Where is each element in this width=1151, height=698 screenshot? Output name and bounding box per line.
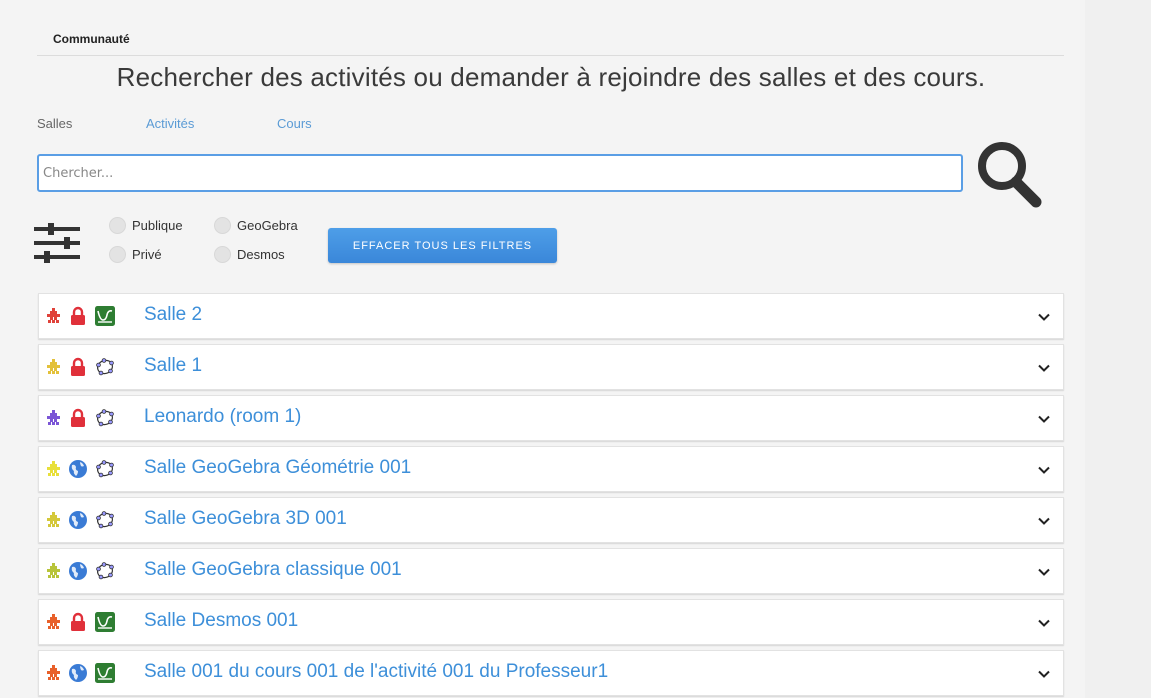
geogebra-icon [95, 510, 115, 530]
chevron-down-icon[interactable] [1037, 565, 1051, 579]
section-title: Communauté [53, 32, 130, 46]
chevron-down-icon[interactable] [1037, 463, 1051, 477]
filter-publique[interactable]: Publique [109, 217, 183, 234]
globe-icon [68, 561, 88, 581]
avatar-icon [47, 614, 60, 629]
room-name-link[interactable]: Salle 001 du cours 001 de l'activité 001… [144, 661, 608, 683]
radio-dot [109, 217, 126, 234]
room-row[interactable]: Leonardo (room 1) [38, 395, 1064, 441]
search-icon [978, 142, 1042, 208]
tab-activites[interactable]: Activités [146, 116, 194, 131]
avatar-icon [47, 461, 60, 476]
chevron-down-icon[interactable] [1037, 310, 1051, 324]
lock-icon [68, 357, 88, 377]
lock-icon [68, 306, 88, 326]
lock-icon [68, 612, 88, 632]
search-button[interactable] [974, 138, 1044, 210]
geogebra-icon [95, 561, 115, 581]
geogebra-icon [95, 459, 115, 479]
globe-icon [68, 663, 88, 683]
filter-desmos[interactable]: Desmos [214, 246, 285, 263]
desmos-icon [95, 663, 115, 683]
desmos-icon [95, 612, 115, 632]
room-name-link[interactable]: Salle 2 [144, 304, 202, 326]
avatar-icon [47, 563, 60, 578]
globe-icon [68, 459, 88, 479]
tab-salles[interactable]: Salles [37, 116, 72, 131]
page-headline: Rechercher des activités ou demander à r… [116, 62, 986, 92]
filter-sliders-icon[interactable] [34, 221, 82, 267]
room-row[interactable]: Salle GeoGebra classique 001 [38, 548, 1064, 594]
desmos-icon [95, 306, 115, 326]
avatar-icon [47, 359, 60, 374]
search-input[interactable] [39, 156, 961, 190]
room-name-link[interactable]: Salle 1 [144, 355, 202, 377]
room-row[interactable]: Salle 1 [38, 344, 1064, 390]
chevron-down-icon[interactable] [1037, 616, 1051, 630]
room-name-link[interactable]: Salle GeoGebra classique 001 [144, 559, 402, 581]
radio-dot [214, 246, 231, 263]
room-row[interactable]: Salle Desmos 001 [38, 599, 1064, 645]
section-title-bar: Communauté [37, 28, 1064, 56]
room-name-link[interactable]: Salle GeoGebra 3D 001 [144, 508, 347, 530]
globe-icon [68, 510, 88, 530]
tab-cours[interactable]: Cours [277, 116, 312, 131]
room-row[interactable]: Salle 001 du cours 001 de l'activité 001… [38, 650, 1064, 696]
avatar-icon [47, 512, 60, 527]
chevron-down-icon[interactable] [1037, 361, 1051, 375]
clear-filters-button[interactable]: EFFACER TOUS LES FILTRES [328, 228, 557, 263]
chevron-down-icon[interactable] [1037, 514, 1051, 528]
chevron-down-icon[interactable] [1037, 667, 1051, 681]
geogebra-icon [95, 408, 115, 428]
geogebra-icon [95, 357, 115, 377]
community-page: Communauté Rechercher des activités ou d… [0, 0, 1085, 698]
room-name-link[interactable]: Salle GeoGebra Géométrie 001 [144, 457, 411, 479]
chevron-down-icon[interactable] [1037, 412, 1051, 426]
avatar-icon [47, 665, 60, 680]
avatar-icon [47, 410, 60, 425]
avatar-icon [47, 308, 60, 323]
lock-icon [68, 408, 88, 428]
search-box [37, 154, 963, 192]
filter-prive[interactable]: Privé [109, 246, 162, 263]
filter-geogebra[interactable]: GeoGebra [214, 217, 298, 234]
room-row[interactable]: Salle 2 [38, 293, 1064, 339]
radio-dot [214, 217, 231, 234]
room-name-link[interactable]: Leonardo (room 1) [144, 406, 301, 428]
room-row[interactable]: Salle GeoGebra 3D 001 [38, 497, 1064, 543]
radio-dot [109, 246, 126, 263]
room-row[interactable]: Salle GeoGebra Géométrie 001 [38, 446, 1064, 492]
right-margin [1085, 0, 1151, 698]
room-name-link[interactable]: Salle Desmos 001 [144, 610, 298, 632]
